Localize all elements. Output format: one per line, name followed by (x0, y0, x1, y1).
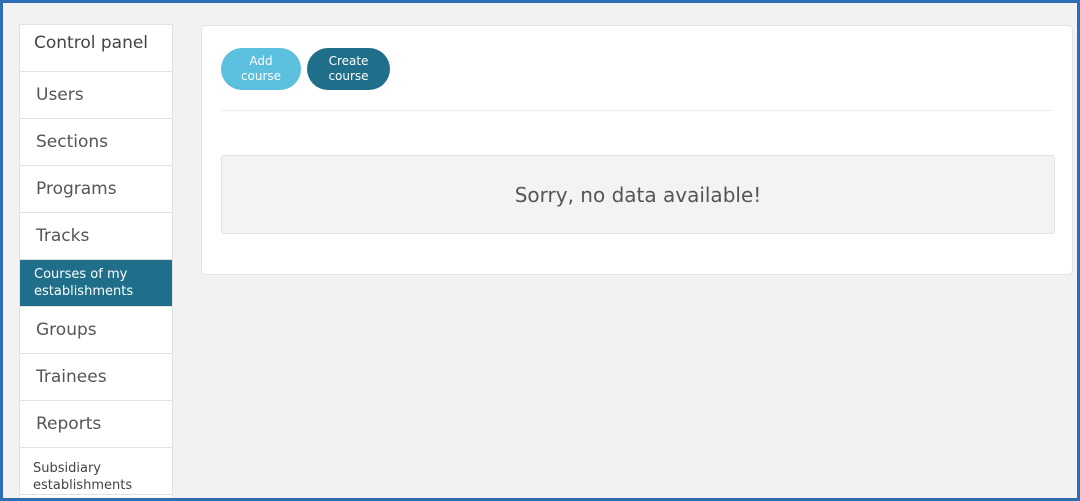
sidebar-item-users[interactable]: Users (20, 72, 172, 119)
app-frame: Control panel Users Sections Programs Tr… (0, 0, 1080, 501)
add-course-button[interactable]: Add course (221, 48, 301, 90)
sidebar-item-subsidiary-establishments[interactable]: Subsidiary establishments (20, 448, 172, 495)
sidebar: Control panel Users Sections Programs Tr… (19, 24, 173, 498)
sidebar-item-sections[interactable]: Sections (20, 119, 172, 166)
sidebar-item-courses-of-my-establishments[interactable]: Courses of my establishments (20, 260, 172, 307)
sidebar-item-groups[interactable]: Groups (20, 307, 172, 354)
create-course-label-line2: course (328, 69, 369, 83)
sidebar-item-tracks[interactable]: Tracks (20, 213, 172, 260)
divider (221, 110, 1053, 111)
empty-state-message: Sorry, no data available! (221, 155, 1055, 234)
sidebar-item-reports[interactable]: Reports (20, 401, 172, 448)
sidebar-item-programs[interactable]: Programs (20, 166, 172, 213)
courses-panel: Add course Create course Sorry, no data … (201, 25, 1073, 275)
create-course-button[interactable]: Create course (307, 48, 390, 90)
sidebar-item-trainees[interactable]: Trainees (20, 354, 172, 401)
create-course-label-line1: Create (328, 54, 369, 68)
sidebar-title: Control panel (20, 25, 172, 72)
